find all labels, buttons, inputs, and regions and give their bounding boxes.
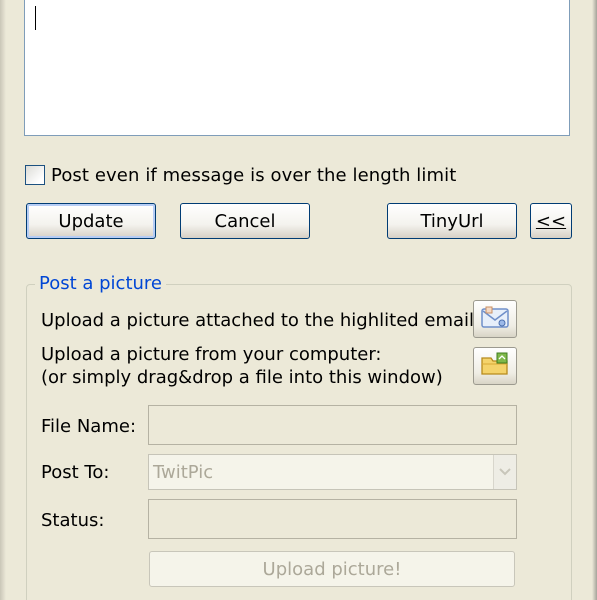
status-field <box>148 499 517 539</box>
post-to-select[interactable]: TwitPic <box>148 454 517 490</box>
upload-computer-hint: (or simply drag&drop a file into this wi… <box>41 367 443 388</box>
folder-open-icon <box>480 351 510 382</box>
update-button-label: Update <box>58 210 124 232</box>
post-picture-legend: Post a picture <box>35 273 167 294</box>
upload-email-label: Upload a picture attached to the highlit… <box>41 310 481 331</box>
post-to-label: Post To: <box>41 462 110 483</box>
file-name-label: File Name: <box>41 416 137 437</box>
cancel-button-label: Cancel <box>214 210 276 232</box>
upload-from-computer-button[interactable] <box>473 347 517 385</box>
message-textarea[interactable] <box>24 0 570 136</box>
upload-picture-button-label: Upload picture! <box>262 558 402 580</box>
chevron-down-icon[interactable] <box>493 455 516 489</box>
tinyurl-button[interactable]: TinyUrl <box>387 203 517 239</box>
upload-computer-label: Upload a picture from your computer: <box>41 344 382 365</box>
status-label: Status: <box>41 510 105 531</box>
post-over-limit-label: Post even if message is over the length … <box>51 164 457 186</box>
post-to-value: TwitPic <box>153 461 214 483</box>
post-over-limit-checkbox[interactable] <box>25 165 45 185</box>
cancel-button[interactable]: Cancel <box>180 203 310 239</box>
text-caret <box>35 6 36 30</box>
window-left-border <box>0 0 8 600</box>
collapse-button[interactable]: << <box>530 203 572 239</box>
update-button[interactable]: Update <box>26 203 156 239</box>
window-right-border <box>591 0 597 600</box>
tinyurl-button-label: TinyUrl <box>420 210 484 232</box>
post-over-limit-option[interactable]: Post even if message is over the length … <box>25 163 456 187</box>
collapse-button-label: << <box>535 210 567 232</box>
upload-picture-button[interactable]: Upload picture! <box>149 551 515 587</box>
file-name-field[interactable] <box>148 405 517 445</box>
upload-from-email-button[interactable] <box>473 300 517 338</box>
post-update-window: Post even if message is over the length … <box>0 0 597 600</box>
email-attachment-icon <box>480 304 510 335</box>
